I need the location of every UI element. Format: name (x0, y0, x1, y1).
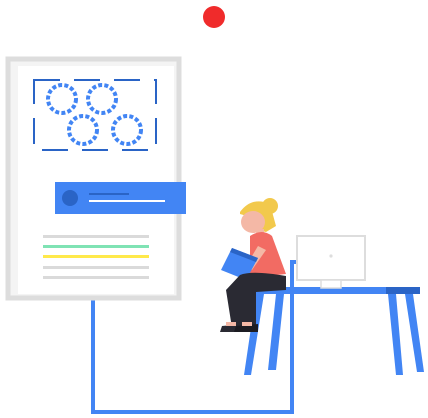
profile-line-long (89, 200, 165, 202)
illustration-scene (0, 0, 428, 418)
document-panel (5, 56, 186, 301)
monitor (296, 235, 366, 289)
text-line-yellow (43, 255, 149, 258)
text-line-gray-3 (43, 276, 149, 279)
profile-line-short (89, 193, 129, 195)
text-line-green (43, 245, 149, 248)
illustration-svg (5, 6, 424, 414)
desk (244, 287, 424, 375)
recording-dot-icon (203, 6, 225, 28)
text-line-gray-2 (43, 266, 149, 269)
avatar-icon (62, 190, 78, 206)
text-line-gray-1 (43, 235, 149, 238)
